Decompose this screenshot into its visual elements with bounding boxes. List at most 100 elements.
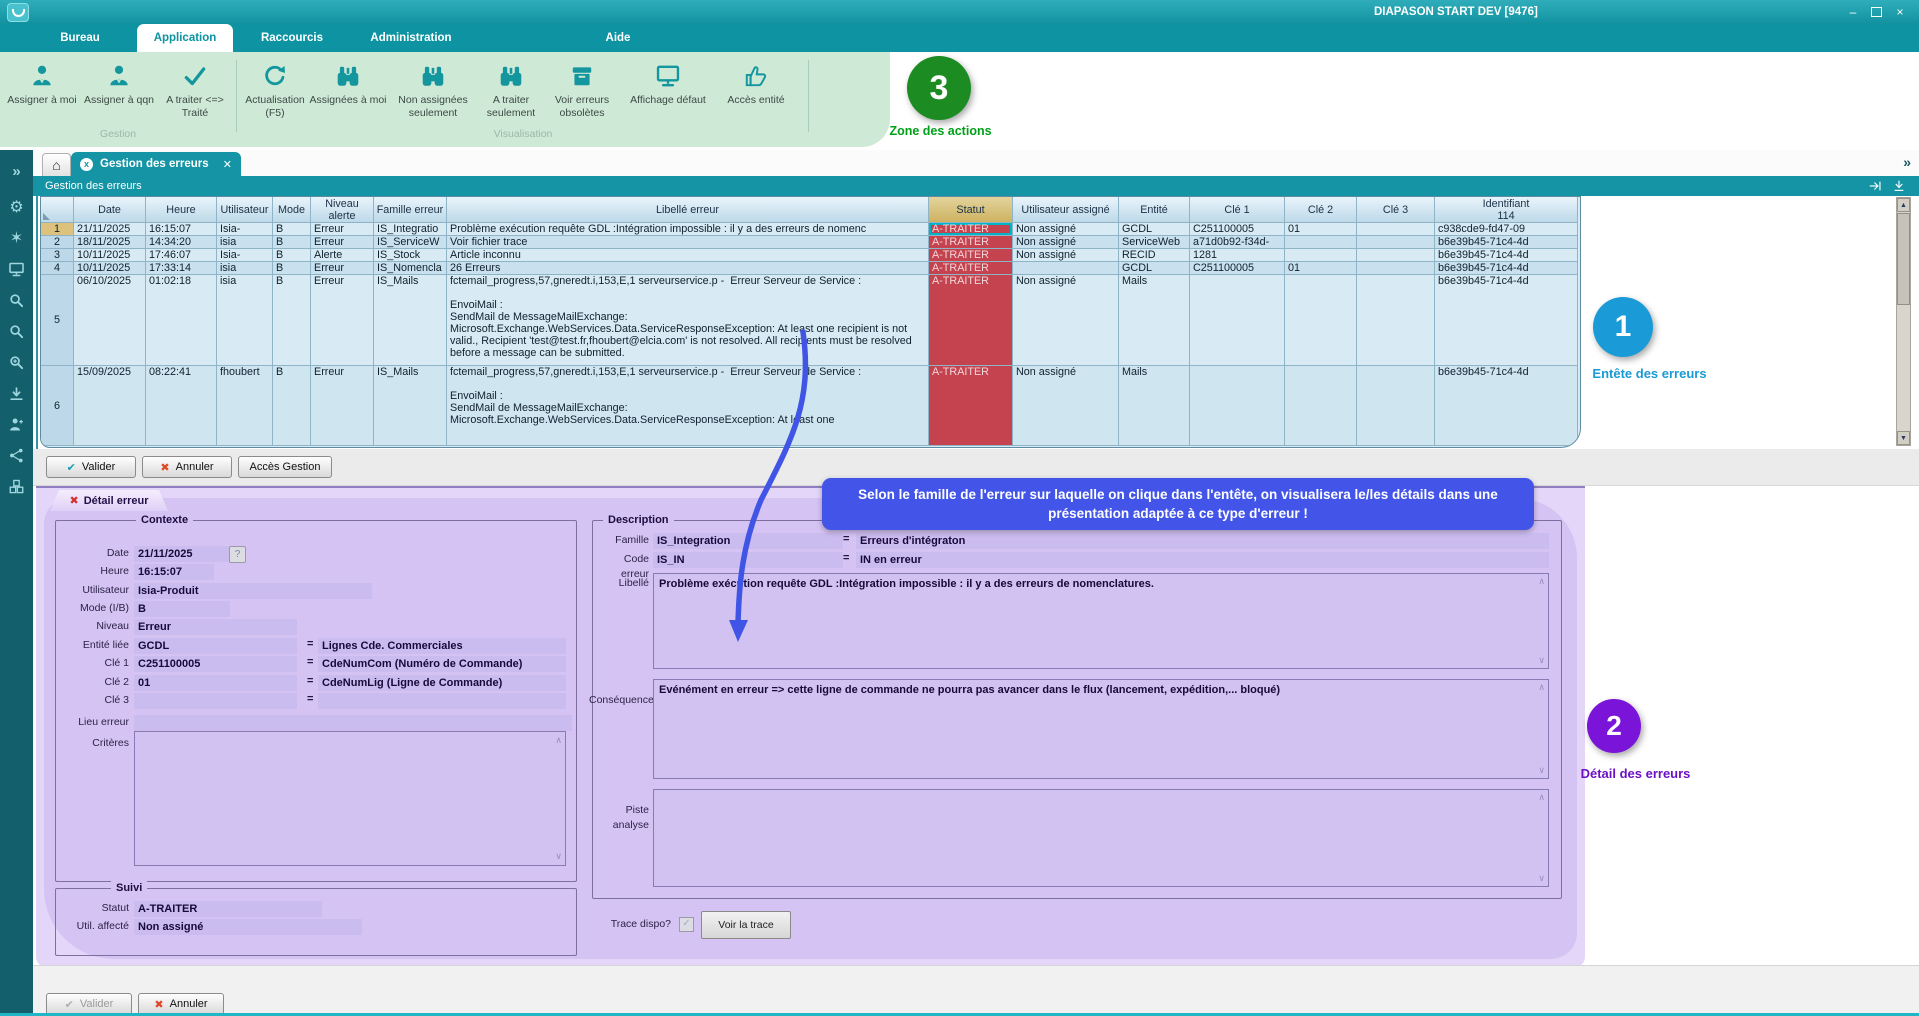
scrollbar-thumb[interactable] bbox=[1897, 213, 1910, 305]
cell[interactable]: Erreur bbox=[311, 223, 374, 236]
cell[interactable]: 26 Erreurs bbox=[447, 262, 929, 275]
arrow-down-bar-icon[interactable] bbox=[1892, 179, 1907, 194]
row-number-cell[interactable]: 5 bbox=[41, 275, 74, 366]
scroll-up-chevron-icon[interactable]: ∧ bbox=[555, 736, 562, 745]
cell[interactable]: isia bbox=[217, 275, 273, 366]
column-header-niveau-alerte[interactable]: Niveau alerte bbox=[311, 197, 374, 223]
scroll-up-chevron-icon[interactable]: ∧ bbox=[1538, 683, 1545, 692]
cell[interactable] bbox=[1285, 275, 1357, 366]
code-erreur-field[interactable]: IS_IN bbox=[653, 552, 843, 568]
cell[interactable]: Mails bbox=[1119, 366, 1190, 446]
column-header-famille-erreur[interactable]: Famille erreur bbox=[374, 197, 447, 223]
row-number-cell[interactable]: 1 bbox=[41, 223, 74, 236]
heure-field[interactable]: 16:15:07 bbox=[134, 564, 214, 580]
cell[interactable]: Isia-Produit bbox=[217, 249, 273, 262]
cell[interactable]: IS_Mails bbox=[374, 275, 447, 366]
cell[interactable]: IS_Nomenclature bbox=[374, 262, 447, 275]
cell[interactable]: Erreur bbox=[311, 236, 374, 249]
cell[interactable]: B bbox=[273, 262, 311, 275]
annuler-button[interactable]: ✖ Annuler bbox=[142, 456, 232, 478]
toolbar-button-actualisation-f5[interactable]: Actualisation (F5) bbox=[242, 54, 308, 120]
user-plus-icon[interactable] bbox=[0, 411, 33, 437]
cell[interactable] bbox=[1357, 275, 1435, 366]
niveau-field[interactable]: Erreur bbox=[134, 619, 297, 635]
cell[interactable]: ServiceWeb bbox=[1119, 236, 1190, 249]
close-tab-icon[interactable]: ✕ bbox=[223, 158, 232, 171]
cell[interactable]: 18/11/2025 bbox=[74, 236, 146, 249]
toolbar-button-assignees-a-moi[interactable]: Assignées à moi bbox=[308, 54, 388, 107]
column-header-rownum[interactable] bbox=[41, 197, 74, 223]
home-tab[interactable]: ⌂ bbox=[42, 153, 71, 176]
row-number-cell[interactable]: 4 bbox=[41, 262, 74, 275]
cell[interactable]: B bbox=[273, 236, 311, 249]
cell[interactable]: IS_ServiceWeb bbox=[374, 236, 447, 249]
cell[interactable]: 17:33:14 bbox=[146, 262, 217, 275]
column-header-identifiant-114[interactable]: Identifiant 114 bbox=[1435, 197, 1578, 223]
search-plus-icon[interactable] bbox=[0, 349, 33, 375]
column-header-statut[interactable]: Statut bbox=[929, 197, 1013, 223]
voir-la-trace-button[interactable]: Voir la trace bbox=[701, 911, 791, 939]
cell[interactable]: Alerte bbox=[311, 249, 374, 262]
cell[interactable]: 17:46:07 bbox=[146, 249, 217, 262]
cell[interactable]: IS_Mails bbox=[374, 366, 447, 446]
column-header-mode[interactable]: Mode bbox=[273, 197, 311, 223]
cell[interactable]: 01 bbox=[1285, 262, 1357, 275]
scroll-up-chevron-icon[interactable]: ∧ bbox=[1538, 793, 1545, 802]
statut-cell[interactable]: A-TRAITER bbox=[929, 275, 1013, 366]
cell[interactable]: Erreur bbox=[311, 366, 374, 446]
cle-2-field[interactable]: 01 bbox=[134, 675, 297, 691]
search-icon[interactable] bbox=[0, 318, 33, 344]
cell[interactable] bbox=[1357, 249, 1435, 262]
cell[interactable]: b6e39b45-71c4-4d bbox=[1435, 262, 1578, 275]
statut-cell[interactable]: A-TRAITER bbox=[929, 236, 1013, 249]
date-field[interactable]: 21/11/2025 bbox=[134, 546, 230, 562]
scroll-up-icon[interactable]: ▲ bbox=[1897, 198, 1910, 212]
utilisateur-field[interactable]: Isia-Produit bbox=[134, 583, 372, 599]
statut-cell[interactable]: A-TRAITER bbox=[929, 366, 1013, 446]
cell[interactable]: fctemail_progress,57,gneredt.i,153,E,1 s… bbox=[447, 366, 929, 446]
cell[interactable]: Non assigné bbox=[1013, 366, 1119, 446]
calendar-help-button[interactable]: ? bbox=[229, 546, 246, 563]
cell[interactable]: B bbox=[273, 366, 311, 446]
scroll-down-chevron-icon[interactable]: ∨ bbox=[1538, 656, 1545, 665]
cell[interactable]: B bbox=[273, 223, 311, 236]
monitor-icon[interactable] bbox=[0, 256, 33, 282]
chevrons-right-icon[interactable]: » bbox=[0, 158, 33, 184]
cell[interactable] bbox=[1357, 366, 1435, 446]
boxes-icon[interactable] bbox=[0, 473, 33, 499]
cell[interactable]: 08:22:41 bbox=[146, 366, 217, 446]
cell[interactable] bbox=[1285, 366, 1357, 446]
cell[interactable]: 16:15:07 bbox=[146, 223, 217, 236]
share-icon[interactable] bbox=[0, 442, 33, 468]
cell[interactable]: b6e39b45-71c4-4d bbox=[1435, 249, 1578, 262]
minimize-button[interactable]: – bbox=[1843, 3, 1863, 20]
column-header-utilisateur-assigne[interactable]: Utilisateur assigné bbox=[1013, 197, 1119, 223]
toolbar-button-assigner-a-moi[interactable]: Assigner à moi bbox=[4, 54, 80, 107]
cell[interactable]: 01:02:18 bbox=[146, 275, 217, 366]
cell[interactable]: b6e39b45-71c4-4d bbox=[1435, 236, 1578, 249]
menu-tab-aide[interactable]: Aide bbox=[598, 24, 638, 52]
cell[interactable]: c938cde9-fd47-09 bbox=[1435, 223, 1578, 236]
toolbar-button-non-assignees-seulement[interactable]: Non assignées seulement bbox=[388, 54, 478, 120]
row-number-cell[interactable]: 6 bbox=[41, 366, 74, 446]
scroll-up-chevron-icon[interactable]: ∧ bbox=[1538, 577, 1545, 586]
cell[interactable]: fhoubert bbox=[217, 366, 273, 446]
column-header-date[interactable]: Date bbox=[74, 197, 146, 223]
cell[interactable]: 15/09/2025 bbox=[74, 366, 146, 446]
cell[interactable]: Non assigné bbox=[1013, 249, 1119, 262]
footer-valider-button[interactable]: ✔ Valider bbox=[46, 993, 132, 1015]
valider-button[interactable]: ✔ Valider bbox=[46, 456, 136, 478]
tab-close-badge-icon[interactable]: x bbox=[80, 158, 93, 171]
column-header-entite[interactable]: Entité bbox=[1119, 197, 1190, 223]
column-header-heure[interactable]: Heure bbox=[146, 197, 217, 223]
cell[interactable] bbox=[1013, 262, 1119, 275]
cell[interactable]: 06/10/2025 bbox=[74, 275, 146, 366]
menu-tab-bureau[interactable]: Bureau bbox=[58, 24, 102, 52]
toolbar-button-assigner-a-qqn[interactable]: Assigner à qqn bbox=[80, 54, 158, 107]
scroll-down-chevron-icon[interactable]: ∨ bbox=[1538, 766, 1545, 775]
cell[interactable]: Non assigné bbox=[1013, 236, 1119, 249]
menu-tab-administration[interactable]: Administration bbox=[368, 24, 454, 52]
criteres-textarea[interactable]: ∧ ∨ bbox=[134, 731, 566, 866]
lieu-erreur-field[interactable] bbox=[134, 715, 572, 731]
download-icon[interactable] bbox=[0, 380, 33, 406]
